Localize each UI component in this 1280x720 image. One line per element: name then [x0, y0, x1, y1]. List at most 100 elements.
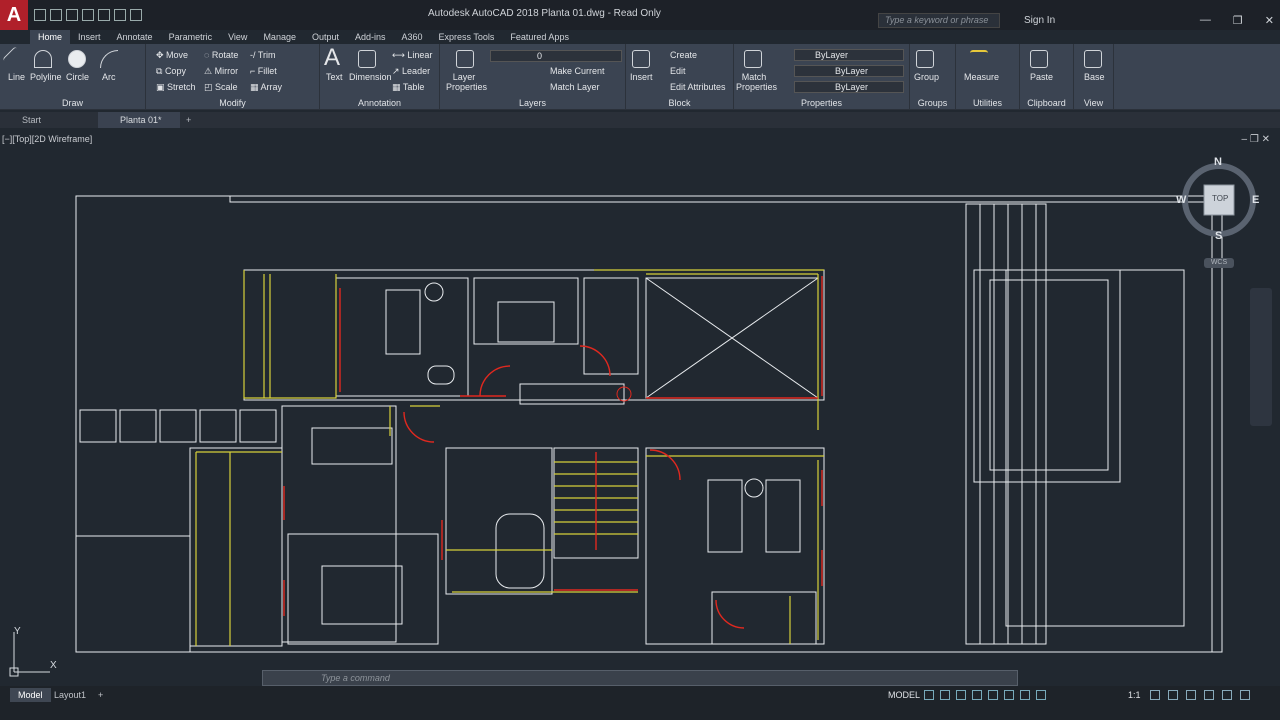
layers-panel-title[interactable]: Layers — [440, 98, 625, 108]
layer-properties-tool[interactable]: Layer Properties — [446, 72, 487, 92]
hardware-icon[interactable] — [1204, 690, 1214, 700]
lineweight-icon[interactable] — [1004, 690, 1014, 700]
scale-tool[interactable]: ◰ Scale — [204, 82, 238, 93]
open-icon[interactable] — [50, 9, 62, 21]
polyline-tool[interactable]: Polyline — [30, 72, 62, 82]
compass-east[interactable]: E — [1252, 194, 1259, 206]
rotate-tool[interactable]: ◌ Rotate — [204, 50, 238, 60]
undo-icon[interactable] — [114, 9, 126, 21]
model-space-button[interactable]: MODEL — [888, 690, 920, 700]
tab-parametric[interactable]: Parametric — [161, 30, 221, 44]
modify-panel-title[interactable]: Modify — [146, 98, 319, 108]
paste-tool[interactable]: Paste — [1030, 72, 1053, 82]
isolate-icon[interactable] — [1186, 690, 1196, 700]
annotation-scale[interactable]: 1:1 — [1128, 690, 1141, 700]
tab-add-ins[interactable]: Add-ins — [347, 30, 394, 44]
layer-dropdown[interactable]: 0 — [490, 50, 622, 62]
tab-featured-apps[interactable]: Featured Apps — [502, 30, 577, 44]
text-tool[interactable]: Text — [326, 72, 343, 82]
insert-tool[interactable]: Insert — [630, 72, 653, 82]
lineweight-dropdown[interactable]: ByLayer — [794, 81, 904, 93]
customize-icon[interactable] — [1240, 690, 1250, 700]
drawing-viewport[interactable]: [−][Top][2D Wireframe] – ❐ ✕ N S E W TOP… — [0, 130, 1280, 686]
autocad-logo-icon[interactable]: A — [0, 0, 28, 30]
draw-panel-title[interactable]: Draw — [0, 98, 145, 108]
add-layout-icon[interactable]: + — [90, 688, 111, 702]
edit-attributes-tool[interactable]: Edit Attributes — [670, 82, 726, 92]
properties-panel-title[interactable]: Properties — [734, 98, 909, 108]
print-icon[interactable] — [98, 9, 110, 21]
search-input[interactable]: Type a keyword or phrase — [878, 13, 1000, 28]
grid-icon[interactable] — [924, 690, 934, 700]
command-input[interactable]: Type a command — [262, 670, 1018, 686]
settings-icon[interactable] — [1150, 690, 1160, 700]
make-current-tool[interactable]: Make Current — [550, 66, 605, 76]
utilities-panel-title[interactable]: Utilities — [956, 98, 1019, 108]
save-icon[interactable] — [66, 9, 78, 21]
edit-block-tool[interactable]: Edit — [670, 66, 686, 76]
base-tool[interactable]: Base — [1084, 72, 1105, 82]
trim-tool[interactable]: -/ Trim — [250, 50, 276, 60]
stretch-tool[interactable]: ▣ Stretch — [156, 82, 196, 93]
tab-annotate[interactable]: Annotate — [109, 30, 161, 44]
leader-tool[interactable]: ↗ Leader — [392, 66, 430, 77]
ucs-menu[interactable]: WCS — [1204, 258, 1234, 268]
group-tool[interactable]: Group — [914, 72, 939, 82]
groups-panel-title[interactable]: Groups — [910, 98, 955, 108]
linear-tool[interactable]: ⟷ Linear — [392, 50, 432, 61]
line-tool[interactable]: Line — [8, 72, 25, 82]
navigation-bar[interactable] — [1250, 288, 1272, 426]
compass-north[interactable]: N — [1214, 156, 1222, 168]
clipboard-panel-title[interactable]: Clipboard — [1020, 98, 1073, 108]
view-panel-title[interactable]: View — [1074, 98, 1113, 108]
layout-tab-model[interactable]: Model — [10, 688, 51, 702]
maximize-icon[interactable]: ❐ — [1233, 14, 1243, 27]
compass-west[interactable]: W — [1176, 194, 1186, 206]
snap-icon[interactable] — [940, 690, 950, 700]
tab-a360[interactable]: A360 — [394, 30, 431, 44]
doc-tab-start[interactable]: Start — [0, 112, 96, 128]
circle-tool[interactable]: Circle — [66, 72, 89, 82]
array-tool[interactable]: ▦ Array — [250, 82, 282, 93]
linetype-dropdown[interactable]: ByLayer — [794, 65, 904, 77]
selection-cycling-icon[interactable] — [1020, 690, 1030, 700]
clean-screen-icon[interactable] — [1222, 690, 1232, 700]
annotation-panel-title[interactable]: Annotation — [320, 98, 439, 108]
osnap-icon[interactable] — [988, 690, 998, 700]
match-properties-tool[interactable]: Match Properties — [736, 72, 777, 92]
arc-tool[interactable]: Arc — [102, 72, 116, 82]
viewcube[interactable] — [1174, 152, 1264, 272]
annotation-icon[interactable] — [1036, 690, 1046, 700]
table-tool[interactable]: ▦ Table — [392, 82, 424, 93]
match-layer-tool[interactable]: Match Layer — [550, 82, 600, 92]
ortho-icon[interactable] — [956, 690, 966, 700]
measure-tool[interactable]: Measure — [964, 72, 999, 82]
dimension-tool[interactable]: Dimension — [349, 72, 392, 82]
add-icon[interactable] — [1168, 690, 1178, 700]
close-icon[interactable]: ✕ — [1265, 14, 1274, 27]
polar-icon[interactable] — [972, 690, 982, 700]
minimize-icon[interactable]: — — [1200, 14, 1211, 27]
redo-icon[interactable] — [130, 9, 142, 21]
fillet-tool[interactable]: ⌐ Fillet — [250, 66, 277, 76]
layout-tab-layout1[interactable]: Layout1 — [46, 688, 94, 702]
compass-south[interactable]: S — [1215, 230, 1222, 242]
sign-in-button[interactable]: Sign In — [1024, 15, 1055, 26]
color-dropdown[interactable]: ByLayer — [794, 49, 904, 61]
new-tab-icon[interactable]: + — [180, 112, 191, 128]
block-panel-title[interactable]: Block — [626, 98, 733, 108]
create-block-tool[interactable]: Create — [670, 50, 697, 60]
new-icon[interactable] — [34, 9, 46, 21]
tab-insert[interactable]: Insert — [70, 30, 109, 44]
tab-output[interactable]: Output — [304, 30, 347, 44]
tab-express-tools[interactable]: Express Tools — [431, 30, 503, 44]
move-tool[interactable]: ✥ Move — [156, 50, 188, 61]
tab-view[interactable]: View — [220, 30, 255, 44]
tab-home[interactable]: Home — [30, 30, 71, 44]
copy-tool[interactable]: ⧉ Copy — [156, 66, 186, 77]
doc-tab-planta[interactable]: Planta 01* — [98, 112, 180, 128]
mirror-tool[interactable]: ⚠ Mirror — [204, 66, 238, 77]
save-as-icon[interactable] — [82, 9, 94, 21]
viewcube-top-label[interactable]: TOP — [1212, 194, 1228, 203]
tab-manage[interactable]: Manage — [255, 30, 304, 44]
